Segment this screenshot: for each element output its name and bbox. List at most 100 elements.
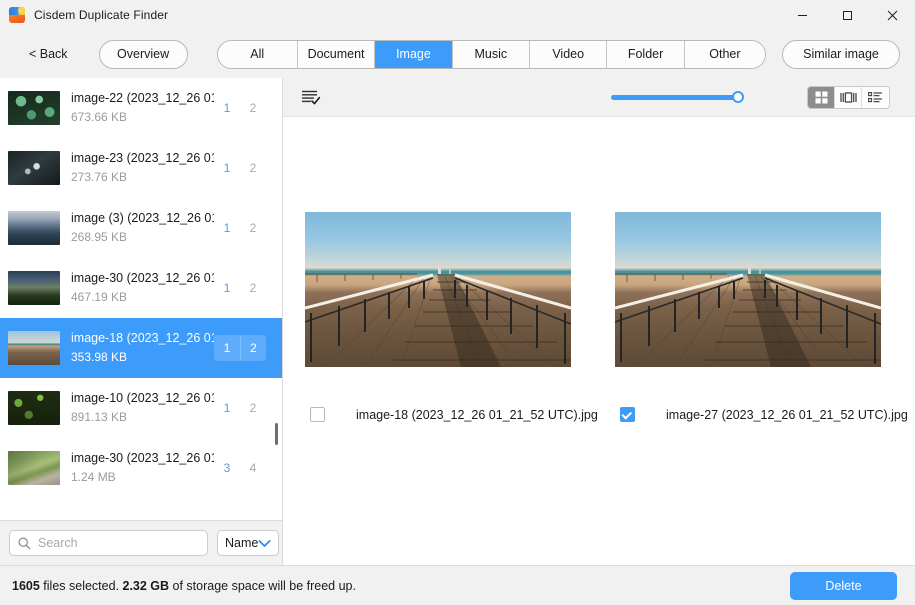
file-info: image-30 (2023_12_26 01... 467.19 KB: [71, 270, 214, 306]
file-size: 268.95 KB: [71, 229, 214, 246]
search-input[interactable]: [38, 536, 199, 550]
file-thumbnail: [8, 391, 60, 425]
badge-total-count: 2: [240, 395, 266, 421]
app-window: Cisdem Duplicate Finder < Back Overview …: [0, 0, 915, 605]
file-thumbnail: [8, 211, 60, 245]
file-name: image-22 (2023_12_26 01...: [71, 90, 214, 107]
file-info: image (3) (2023_12_26 01... 268.95 KB: [71, 210, 214, 246]
preview-card-caption: image-18 (2023_12_26 01_21_52 UTC).jpg: [305, 407, 571, 422]
file-thumbnail: [8, 331, 60, 365]
tab-image[interactable]: Image: [375, 41, 452, 68]
vertical-scrollbar[interactable]: [275, 423, 278, 445]
close-icon[interactable]: [870, 0, 915, 30]
window-title: Cisdem Duplicate Finder: [34, 8, 168, 22]
preview-toolbar: [283, 78, 915, 117]
badge-kept-count: 1: [214, 155, 240, 181]
grid-view-icon[interactable]: [808, 87, 835, 108]
duplicate-count-badges: 12: [214, 275, 266, 301]
duplicate-count-badges: 12: [214, 155, 266, 181]
minimize-icon[interactable]: [780, 0, 825, 30]
file-list-item[interactable]: image-30 (2023_12_26 01... 467.19 KB12: [0, 258, 282, 318]
list-view-icon[interactable]: [862, 87, 889, 108]
preview-panel: image-18 (2023_12_26 01_21_52 UTC).jpg: [283, 78, 915, 565]
file-size: 673.66 KB: [71, 109, 214, 126]
tab-music[interactable]: Music: [453, 41, 530, 68]
file-name: image-30 (2023_12_26 01...: [71, 270, 214, 287]
selected-count: 1605: [12, 579, 40, 593]
file-name: image-10 (2023_12_26 01...: [71, 390, 214, 407]
sidebar-scrollbar-track[interactable]: [273, 78, 280, 520]
preview-image[interactable]: [615, 212, 881, 367]
file-name: image (3) (2023_12_26 01...: [71, 210, 214, 227]
duplicate-file-list[interactable]: image-22 (2023_12_26 01...673.66 KB12ima…: [0, 78, 282, 520]
carousel-view-icon[interactable]: [835, 87, 862, 108]
sidebar-footer: Name: [0, 520, 282, 565]
file-info: image-23 (2023_12_26 01... 273.76 KB: [71, 150, 214, 186]
preview-image[interactable]: [305, 212, 571, 367]
badge-kept-count: 3: [214, 455, 240, 481]
file-size: 273.76 KB: [71, 169, 214, 186]
sort-dropdown[interactable]: Name: [217, 530, 279, 556]
file-list-item[interactable]: image-23 (2023_12_26 01... 273.76 KB12: [0, 138, 282, 198]
file-size: 353.98 KB: [71, 349, 214, 366]
status-text: 1605 files selected. 2.32 GB of storage …: [12, 579, 356, 593]
app-icon: [9, 7, 25, 23]
file-list-item[interactable]: image (3) (2023_12_26 01... 268.95 KB12: [0, 198, 282, 258]
sidebar: image-22 (2023_12_26 01...673.66 KB12ima…: [0, 78, 283, 565]
overview-button[interactable]: Overview: [99, 40, 188, 69]
file-list-item[interactable]: image-22 (2023_12_26 01...673.66 KB12: [0, 78, 282, 138]
tab-folder[interactable]: Folder: [607, 41, 684, 68]
badge-total-count: 2: [240, 95, 266, 121]
tab-video[interactable]: Video: [530, 41, 607, 68]
thumbnail-size-slider[interactable]: [611, 90, 742, 104]
navigation-bar: < Back Overview AllDocumentImageMusicVid…: [0, 30, 915, 78]
tab-all[interactable]: All: [218, 41, 298, 68]
slider-fill: [611, 95, 742, 100]
search-box[interactable]: [9, 530, 208, 556]
preview-filename: image-18 (2023_12_26 01_21_52 UTC).jpg: [356, 408, 598, 422]
file-size: 467.19 KB: [71, 289, 214, 306]
delete-button[interactable]: Delete: [790, 572, 897, 600]
window-controls: [780, 0, 915, 30]
similar-image-button[interactable]: Similar image: [782, 40, 900, 69]
file-thumbnail: [8, 91, 60, 125]
tab-document[interactable]: Document: [298, 41, 375, 68]
file-name: image-30 (2023_12_26 01...: [71, 450, 214, 467]
back-button[interactable]: < Back: [15, 43, 78, 65]
category-tabs: AllDocumentImageMusicVideoFolderOther: [217, 40, 766, 69]
maximize-icon[interactable]: [825, 0, 870, 30]
titlebar: Cisdem Duplicate Finder: [0, 0, 915, 30]
badge-total-count: 2: [240, 275, 266, 301]
file-thumbnail: [8, 151, 60, 185]
file-thumbnail: [8, 451, 60, 485]
badge-total-count: 2: [240, 335, 266, 361]
file-info: image-10 (2023_12_26 01... 891.13 KB: [71, 390, 214, 426]
duplicate-count-badges: 12: [214, 215, 266, 241]
file-name: image-23 (2023_12_26 01...: [71, 150, 214, 167]
file-list-item[interactable]: image-10 (2023_12_26 01... 891.13 KB12: [0, 378, 282, 438]
file-list-item[interactable]: image-18 (2023_12_26 01... 353.98 KB12: [0, 318, 282, 378]
badge-kept-count: 1: [214, 395, 240, 421]
badge-total-count: 4: [240, 455, 266, 481]
search-icon: [18, 537, 31, 550]
badge-kept-count: 1: [214, 275, 240, 301]
file-size: 1.24 MB: [71, 469, 214, 486]
file-info: image-30 (2023_12_26 01... 1.24 MB: [71, 450, 214, 486]
status-bar: 1605 files selected. 2.32 GB of storage …: [0, 565, 915, 605]
duplicate-preview-cards: image-18 (2023_12_26 01_21_52 UTC).jpg: [283, 117, 915, 565]
duplicate-count-badges: 12: [214, 395, 266, 421]
content-area: image-22 (2023_12_26 01...673.66 KB12ima…: [0, 78, 915, 565]
tab-other[interactable]: Other: [685, 41, 765, 68]
file-info: image-22 (2023_12_26 01... 673.66 KB: [71, 90, 214, 126]
preview-card-caption: image-27 (2023_12_26 01_21_52 UTC).jpg: [615, 407, 881, 422]
duplicate-count-badges: 12: [214, 335, 266, 361]
chevron-down-icon: [258, 539, 271, 548]
badge-total-count: 2: [240, 215, 266, 241]
file-checkbox[interactable]: [620, 407, 635, 422]
slider-thumb[interactable]: [732, 91, 744, 103]
list-check-icon[interactable]: [301, 88, 323, 106]
file-checkbox[interactable]: [310, 407, 325, 422]
file-list-item[interactable]: image-30 (2023_12_26 01... 1.24 MB34: [0, 438, 282, 498]
file-name: image-18 (2023_12_26 01...: [71, 330, 214, 347]
file-size: 891.13 KB: [71, 409, 214, 426]
